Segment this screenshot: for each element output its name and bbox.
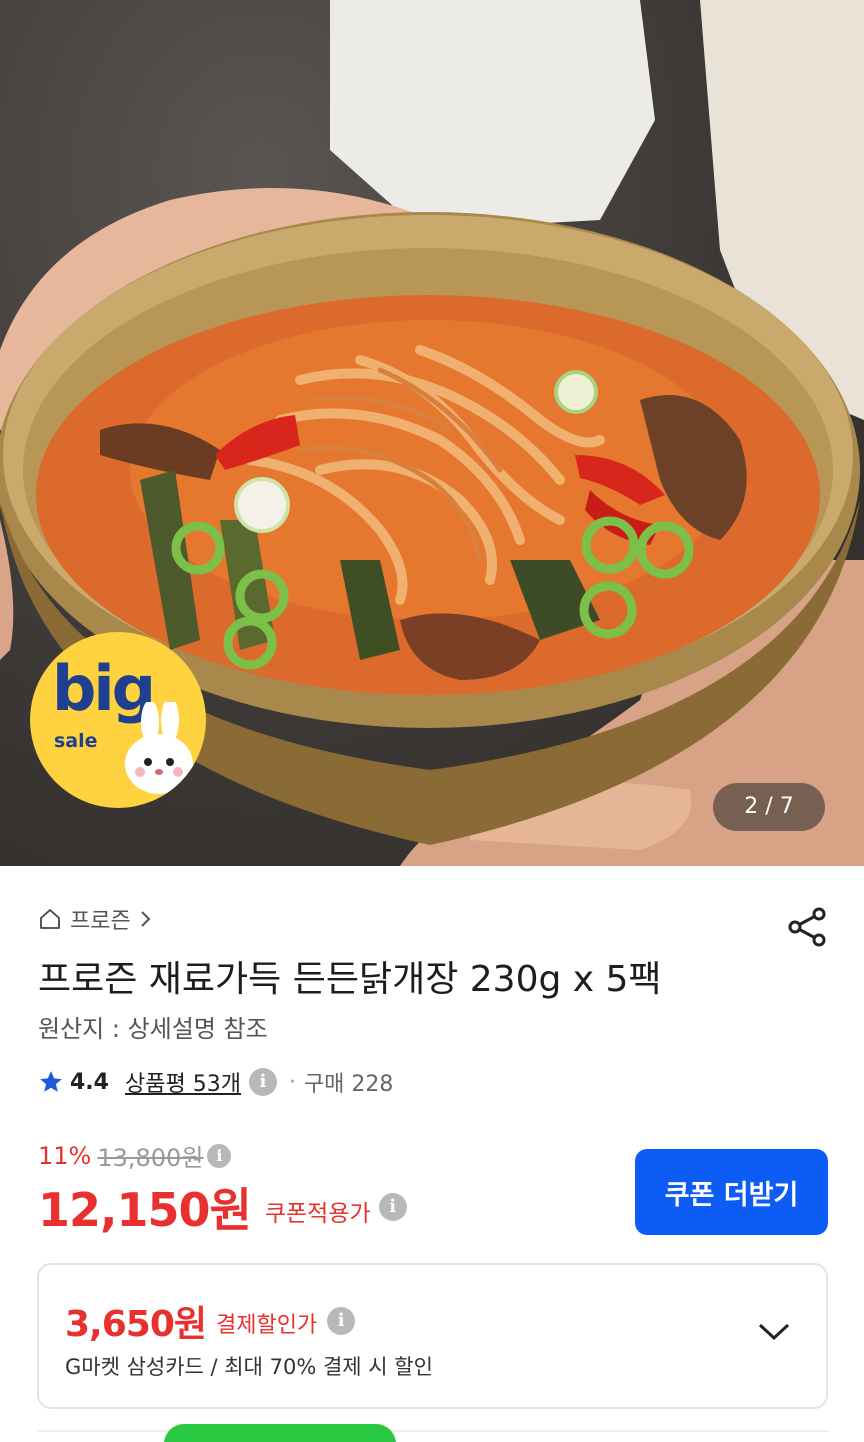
original-price: 13,800원 (97, 1144, 204, 1172)
info-icon[interactable]: i (378, 1193, 407, 1221)
card-discount-line: 3,650원 결제할인가 i (65, 1295, 356, 1347)
discount-percent: 11% (38, 1141, 92, 1170)
card-discount-box[interactable]: 3,650원 결제할인가 i G마켓 삼성카드 / 최대 70% 결제 시 할인 (37, 1263, 828, 1409)
rating-row: 4.4 상품평 53개 i · 구매 228 (38, 1066, 393, 1098)
breadcrumb[interactable]: 프로즌 (38, 903, 153, 935)
reviews-link[interactable]: 상품평 53개 (125, 1066, 241, 1098)
chevron-down-icon[interactable] (757, 1321, 791, 1343)
gallery-counter: 2 / 7 (713, 783, 825, 831)
card-discount-description: G마켓 삼성카드 / 최대 70% 결제 시 할인 (65, 1355, 433, 1379)
separator-dot: · (288, 1069, 296, 1095)
product-image-gallery[interactable]: big sale 2 / 7 (0, 0, 864, 866)
coupon-price-label: 쿠폰적용가 (264, 1201, 371, 1227)
star-icon (40, 1071, 62, 1092)
sale-price: 12,150원 (38, 1183, 252, 1237)
breadcrumb-category[interactable]: 프로즌 (70, 903, 131, 935)
info-icon[interactable]: i (327, 1307, 356, 1335)
product-title: 프로즌 재료가득 든든닭개장 230g x 5팩 (38, 959, 662, 1000)
product-origin: 원산지 : 상세설명 참조 (38, 1015, 268, 1043)
big-sale-badge: big sale (30, 632, 206, 808)
bunny-icon (125, 702, 193, 794)
price-row: 12,150원 쿠폰적용가 i (38, 1174, 407, 1240)
rating-score: 4.4 (70, 1069, 109, 1095)
section-divider (37, 1430, 828, 1432)
chevron-right-icon (141, 911, 151, 927)
info-icon[interactable]: i (248, 1068, 277, 1096)
purchase-count: 구매 228 (303, 1072, 394, 1097)
card-discount-amount: 3,650원 (65, 1304, 207, 1345)
discount-row: 11% 13,800원 i (38, 1138, 232, 1173)
get-more-coupons-button[interactable]: 쿠폰 더받기 (635, 1149, 828, 1235)
badge-sale-text: sale (54, 730, 98, 752)
share-icon[interactable] (786, 906, 828, 948)
floating-green-button[interactable] (164, 1424, 396, 1442)
home-icon (40, 909, 60, 929)
info-icon[interactable]: i (207, 1143, 232, 1168)
card-discount-label: 결제할인가 (216, 1313, 318, 1338)
